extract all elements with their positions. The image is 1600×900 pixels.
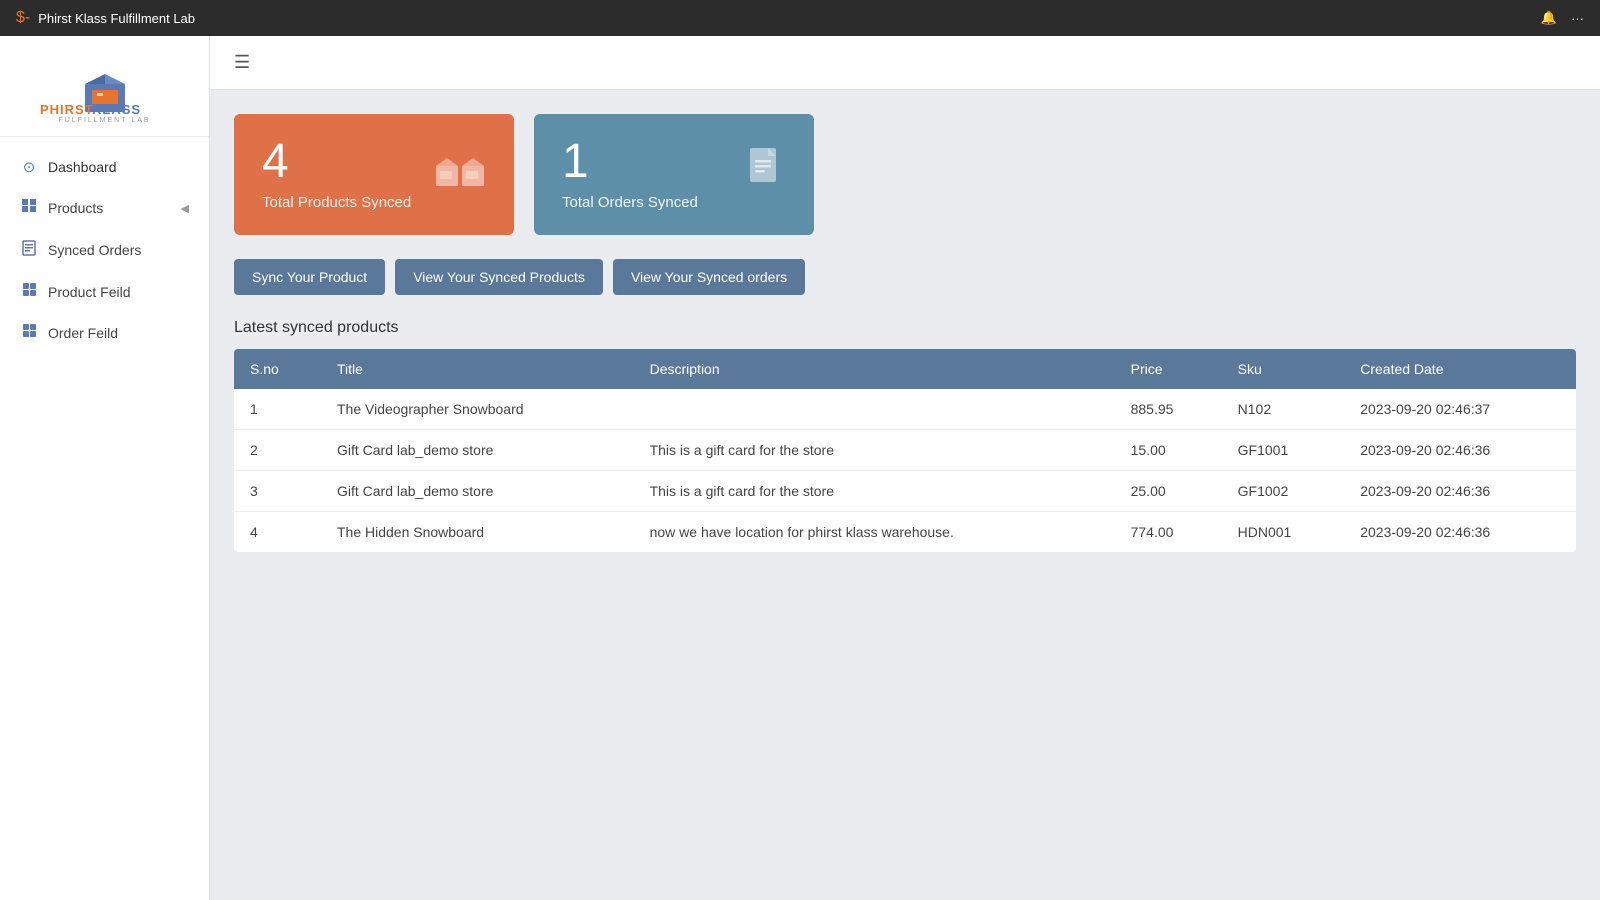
cell-description: [634, 389, 1115, 430]
top-bar-left: $- Phirst Klass Fulfillment Lab: [16, 9, 195, 27]
cell-created_date: 2023-09-20 02:46:36: [1344, 471, 1576, 512]
cell-created_date: 2023-09-20 02:46:36: [1344, 512, 1576, 553]
table-row: 1The Videographer Snowboard 885.95N102202…: [234, 389, 1576, 430]
orders-count: 1: [562, 138, 698, 186]
view-synced-products-button[interactable]: View Your Synced Products: [395, 259, 603, 295]
main-content: ☰ 4 Total Products Synced: [210, 36, 1600, 900]
cell-price: 885.95: [1115, 389, 1222, 430]
cell-description: This is a gift card for the store: [634, 471, 1115, 512]
sidebar-nav: ⊙ Dashboard Products ◀: [0, 137, 209, 363]
cell-description: This is a gift card for the store: [634, 430, 1115, 471]
sidebar-item-dashboard-label: Dashboard: [48, 159, 117, 175]
sidebar-item-order-feild-label: Order Feild: [48, 325, 118, 341]
cell-sno: 4: [234, 512, 321, 553]
app-title: Phirst Klass Fulfillment Lab: [38, 11, 195, 26]
cell-created_date: 2023-09-20 02:46:36: [1344, 430, 1576, 471]
table-header-row: S.no Title Description Price Sku Created…: [234, 349, 1576, 389]
table-row: 2Gift Card lab_demo storeThis is a gift …: [234, 430, 1576, 471]
cell-created_date: 2023-09-20 02:46:37: [1344, 389, 1576, 430]
col-created-date: Created Date: [1344, 349, 1576, 389]
cell-description: now we have location for phirst klass wa…: [634, 512, 1115, 553]
product-feild-icon: [20, 282, 38, 301]
products-arrow-icon: ◀: [181, 202, 189, 215]
orders-card-icon: [744, 146, 786, 204]
stat-card-orders-left: 1 Total Orders Synced: [562, 138, 698, 211]
hamburger-icon[interactable]: ☰: [234, 52, 250, 73]
logo-box: PHIRST KLASS FULFILLMENT LAB: [16, 54, 193, 124]
sidebar-item-synced-orders[interactable]: Synced Orders: [0, 229, 209, 271]
bell-icon[interactable]: 🔔: [1541, 10, 1557, 26]
sidebar-item-product-feild-label: Product Feild: [48, 284, 130, 300]
col-sno: S.no: [234, 349, 321, 389]
sync-product-button[interactable]: Sync Your Product: [234, 259, 385, 295]
action-buttons: Sync Your Product View Your Synced Produ…: [234, 259, 1576, 295]
svg-text:PHIRST: PHIRST: [40, 102, 94, 117]
cell-title: The Hidden Snowboard: [321, 512, 634, 553]
dashboard-body: 4 Total Products Synced: [210, 90, 1600, 576]
top-bar: $- Phirst Klass Fulfillment Lab 🔔 ···: [0, 0, 1600, 36]
svg-text:KLASS: KLASS: [92, 102, 141, 117]
cell-title: Gift Card lab_demo store: [321, 471, 634, 512]
table-title: Latest synced products: [234, 319, 1576, 337]
table-row: 3Gift Card lab_demo storeThis is a gift …: [234, 471, 1576, 512]
stat-card-orders: 1 Total Orders Synced: [534, 114, 814, 235]
cell-price: 25.00: [1115, 471, 1222, 512]
sidebar-item-synced-orders-label: Synced Orders: [48, 242, 141, 258]
stat-card-products-left: 4 Total Products Synced: [262, 138, 411, 211]
cell-sku: GF1001: [1222, 430, 1345, 471]
sidebar-item-products-label: Products: [48, 200, 103, 216]
table-row: 4The Hidden Snowboardnow we have locatio…: [234, 512, 1576, 553]
more-icon[interactable]: ···: [1571, 11, 1584, 26]
top-bar-right: 🔔 ···: [1541, 10, 1584, 26]
view-synced-orders-button[interactable]: View Your Synced orders: [613, 259, 805, 295]
sidebar-item-order-feild[interactable]: Order Feild: [0, 312, 209, 353]
sidebar: PHIRST KLASS FULFILLMENT LAB ⊙ Dashboard: [0, 36, 210, 900]
app-body: PHIRST KLASS FULFILLMENT LAB ⊙ Dashboard: [0, 36, 1600, 900]
cell-title: Gift Card lab_demo store: [321, 430, 634, 471]
dashboard-icon: ⊙: [20, 158, 38, 176]
cell-sno: 3: [234, 471, 321, 512]
products-table: S.no Title Description Price Sku Created…: [234, 349, 1576, 552]
cell-title: The Videographer Snowboard: [321, 389, 634, 430]
col-description: Description: [634, 349, 1115, 389]
sidebar-item-product-feild[interactable]: Product Feild: [0, 271, 209, 312]
sidebar-item-dashboard[interactable]: ⊙ Dashboard: [0, 147, 209, 187]
col-price: Price: [1115, 349, 1222, 389]
cell-price: 15.00: [1115, 430, 1222, 471]
logo-svg: PHIRST KLASS: [40, 54, 170, 119]
sidebar-logo: PHIRST KLASS FULFILLMENT LAB: [0, 36, 209, 137]
cell-price: 774.00: [1115, 512, 1222, 553]
orders-label: Total Orders Synced: [562, 194, 698, 211]
col-title: Title: [321, 349, 634, 389]
products-count: 4: [262, 138, 411, 186]
products-icon: [20, 198, 38, 218]
cell-sku: N102: [1222, 389, 1345, 430]
app-icon: $-: [16, 9, 30, 27]
content-header: ☰: [210, 36, 1600, 90]
stat-card-products: 4 Total Products Synced: [234, 114, 514, 235]
cell-sku: GF1002: [1222, 471, 1345, 512]
products-label: Total Products Synced: [262, 194, 411, 211]
synced-orders-icon: [20, 240, 38, 260]
cell-sno: 2: [234, 430, 321, 471]
table-section: Latest synced products S.no Title Descri…: [234, 319, 1576, 552]
products-card-icon: [434, 146, 486, 204]
cell-sku: HDN001: [1222, 512, 1345, 553]
sidebar-item-products[interactable]: Products ◀: [0, 187, 209, 229]
cell-sno: 1: [234, 389, 321, 430]
logo-sub: FULFILLMENT LAB: [58, 117, 150, 124]
stat-cards: 4 Total Products Synced: [234, 114, 1576, 235]
order-feild-icon: [20, 323, 38, 342]
col-sku: Sku: [1222, 349, 1345, 389]
